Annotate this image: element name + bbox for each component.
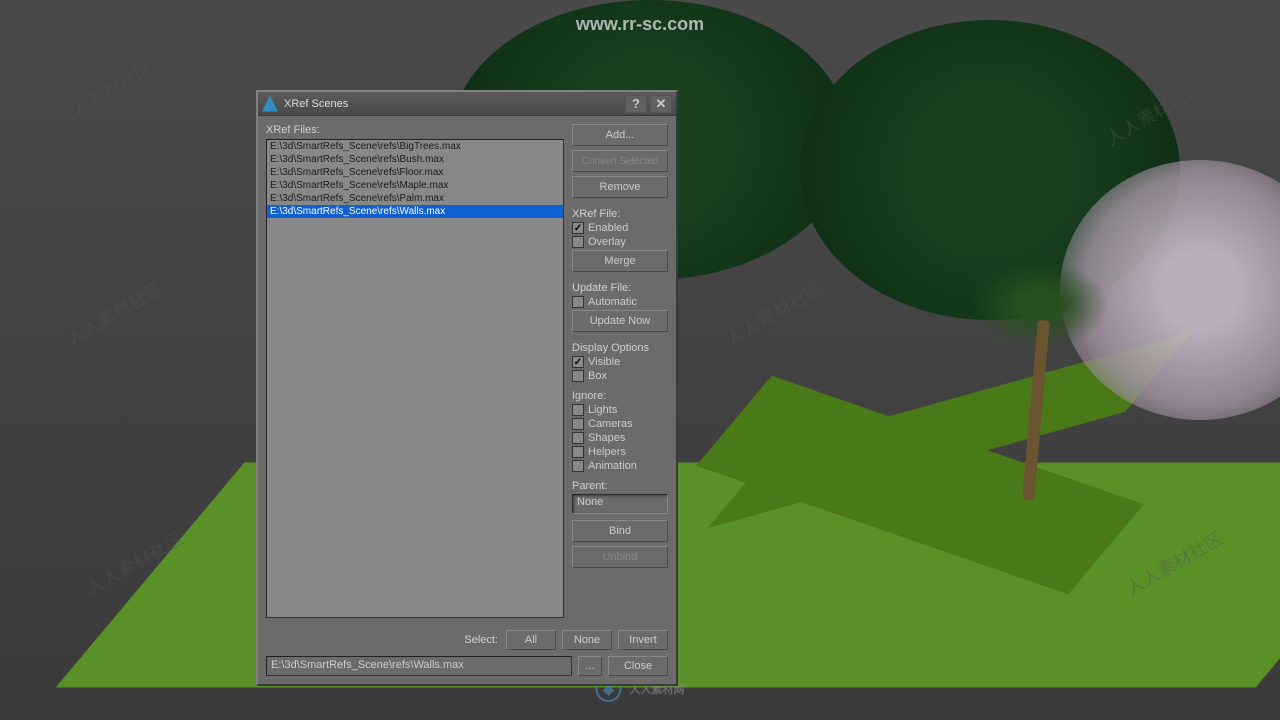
box-checkbox-row[interactable]: Box	[572, 370, 668, 382]
shapes-label: Shapes	[588, 432, 625, 444]
helpers-checkbox[interactable]	[572, 446, 584, 458]
automatic-label: Automatic	[588, 296, 637, 308]
close-button[interactable]: Close	[608, 656, 668, 676]
add-button[interactable]: Add...	[572, 124, 668, 146]
cameras-checkbox[interactable]	[572, 418, 584, 430]
overlay-label: Overlay	[588, 236, 626, 248]
enabled-label: Enabled	[588, 222, 628, 234]
file-list-item[interactable]: E:\3d\SmartRefs_Scene\refs\Palm.max	[267, 192, 563, 205]
display-options-section-label: Display Options	[572, 342, 668, 354]
file-list-item[interactable]: E:\3d\SmartRefs_Scene\refs\Bush.max	[267, 153, 563, 166]
update-file-section-label: Update File:	[572, 282, 668, 294]
select-invert-button[interactable]: Invert	[618, 630, 668, 650]
cameras-checkbox-row[interactable]: Cameras	[572, 418, 668, 430]
visible-label: Visible	[588, 356, 620, 368]
overlay-checkbox-row[interactable]: Overlay	[572, 236, 668, 248]
file-list-item[interactable]: E:\3d\SmartRefs_Scene\refs\Floor.max	[267, 166, 563, 179]
box-label: Box	[588, 370, 607, 382]
bind-button[interactable]: Bind	[572, 520, 668, 542]
ignore-section-label: Ignore:	[572, 390, 668, 402]
lights-checkbox-row[interactable]: Lights	[572, 404, 668, 416]
unbind-button[interactable]: Unbind	[572, 546, 668, 568]
status-path-field[interactable]: E:\3d\SmartRefs_Scene\refs\Walls.max	[266, 656, 572, 676]
help-button[interactable]: ?	[625, 95, 647, 113]
xref-file-list[interactable]: E:\3d\SmartRefs_Scene\refs\BigTrees.maxE…	[266, 139, 564, 618]
remove-button[interactable]: Remove	[572, 176, 668, 198]
watermark-tile: 人人素材社区	[61, 275, 168, 352]
select-none-button[interactable]: None	[562, 630, 612, 650]
lights-label: Lights	[588, 404, 617, 416]
xref-files-label: XRef Files:	[266, 124, 564, 136]
dialog-titlebar[interactable]: XRef Scenes ? ✕	[258, 92, 676, 116]
file-list-item[interactable]: E:\3d\SmartRefs_Scene\refs\Walls.max	[267, 205, 563, 218]
shapes-checkbox-row[interactable]: Shapes	[572, 432, 668, 444]
automatic-checkbox[interactable]	[572, 296, 584, 308]
enabled-checkbox-row[interactable]: Enabled	[572, 222, 668, 234]
close-icon[interactable]: ✕	[650, 95, 672, 113]
select-label: Select:	[464, 634, 498, 646]
helpers-checkbox-row[interactable]: Helpers	[572, 446, 668, 458]
animation-label: Animation	[588, 460, 637, 472]
enabled-checkbox[interactable]	[572, 222, 584, 234]
animation-checkbox-row[interactable]: Animation	[572, 460, 668, 472]
automatic-checkbox-row[interactable]: Automatic	[572, 296, 668, 308]
box-checkbox[interactable]	[572, 370, 584, 382]
overlay-checkbox[interactable]	[572, 236, 584, 248]
watermark-tile: 人人素材社区	[721, 275, 828, 352]
watermark-url: www.rr-sc.com	[576, 14, 704, 35]
dialog-title: XRef Scenes	[284, 98, 348, 110]
watermark-tile: 人人素材社区	[51, 55, 158, 132]
lights-checkbox[interactable]	[572, 404, 584, 416]
browse-button[interactable]: ...	[578, 656, 602, 676]
visible-checkbox[interactable]	[572, 356, 584, 368]
shapes-checkbox[interactable]	[572, 432, 584, 444]
app-icon	[262, 96, 278, 112]
parent-section-label: Parent:	[572, 480, 668, 492]
file-list-item[interactable]: E:\3d\SmartRefs_Scene\refs\BigTrees.max	[267, 140, 563, 153]
update-now-button[interactable]: Update Now	[572, 310, 668, 332]
select-all-button[interactable]: All	[506, 630, 556, 650]
convert-selected-button[interactable]: Convert Selected	[572, 150, 668, 172]
xref-file-section-label: XRef File:	[572, 208, 668, 220]
helpers-label: Helpers	[588, 446, 626, 458]
animation-checkbox[interactable]	[572, 460, 584, 472]
xref-scenes-dialog: XRef Scenes ? ✕ XRef Files: E:\3d\SmartR…	[256, 90, 678, 686]
merge-button[interactable]: Merge	[572, 250, 668, 272]
parent-input[interactable]: None	[572, 494, 668, 514]
visible-checkbox-row[interactable]: Visible	[572, 356, 668, 368]
cameras-label: Cameras	[588, 418, 633, 430]
file-list-item[interactable]: E:\3d\SmartRefs_Scene\refs\Maple.max	[267, 179, 563, 192]
